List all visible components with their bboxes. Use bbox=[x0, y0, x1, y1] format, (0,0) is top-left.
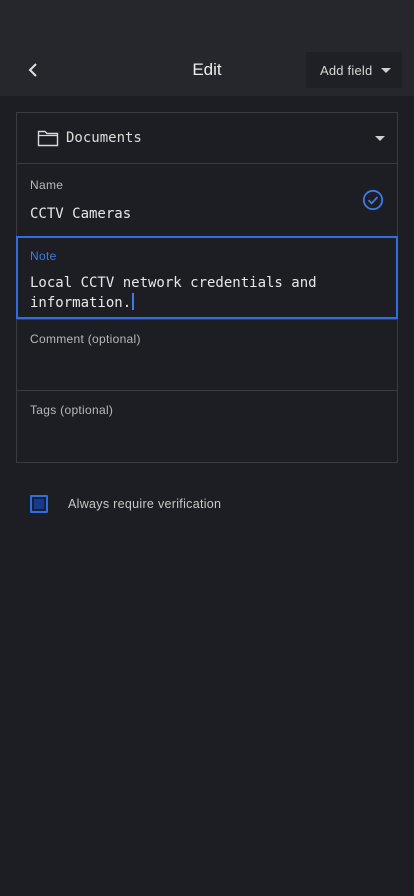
comment-field[interactable]: Comment (optional) bbox=[16, 319, 398, 390]
note-field-input[interactable]: Local CCTV network credentials and infor… bbox=[30, 273, 376, 313]
tags-field[interactable]: Tags (optional) bbox=[16, 390, 398, 463]
caret-down-icon bbox=[381, 68, 391, 73]
folder-icon bbox=[37, 130, 59, 147]
edit-form: Documents Name CCTV Cameras Note Local C… bbox=[16, 112, 398, 463]
tags-field-label: Tags (optional) bbox=[30, 403, 114, 417]
add-field-button[interactable]: Add field bbox=[306, 52, 402, 88]
back-button[interactable] bbox=[18, 56, 48, 84]
checkbox-fill bbox=[34, 499, 44, 509]
add-field-label: Add field bbox=[320, 62, 373, 78]
verification-label: Always require verification bbox=[68, 497, 222, 511]
check-circle-icon bbox=[362, 189, 384, 211]
verification-checkbox[interactable] bbox=[30, 495, 48, 513]
name-field-value[interactable]: CCTV Cameras bbox=[30, 204, 357, 224]
folder-selector[interactable]: Documents bbox=[16, 112, 398, 163]
note-field-value: Local CCTV network credentials and infor… bbox=[30, 275, 317, 311]
chevron-left-icon bbox=[28, 63, 37, 77]
verification-option: Always require verification bbox=[30, 494, 221, 514]
caret-down-icon bbox=[375, 136, 385, 141]
text-cursor bbox=[132, 293, 135, 310]
note-field-label: Note bbox=[30, 249, 57, 263]
comment-field-label: Comment (optional) bbox=[30, 332, 141, 346]
app-header: Edit Add field bbox=[0, 44, 414, 96]
name-field-label: Name bbox=[30, 178, 64, 192]
note-field[interactable]: Note Local CCTV network credentials and … bbox=[16, 236, 398, 319]
name-field[interactable]: Name CCTV Cameras bbox=[16, 163, 398, 236]
status-bar bbox=[0, 0, 414, 44]
folder-label: Documents bbox=[66, 130, 142, 146]
